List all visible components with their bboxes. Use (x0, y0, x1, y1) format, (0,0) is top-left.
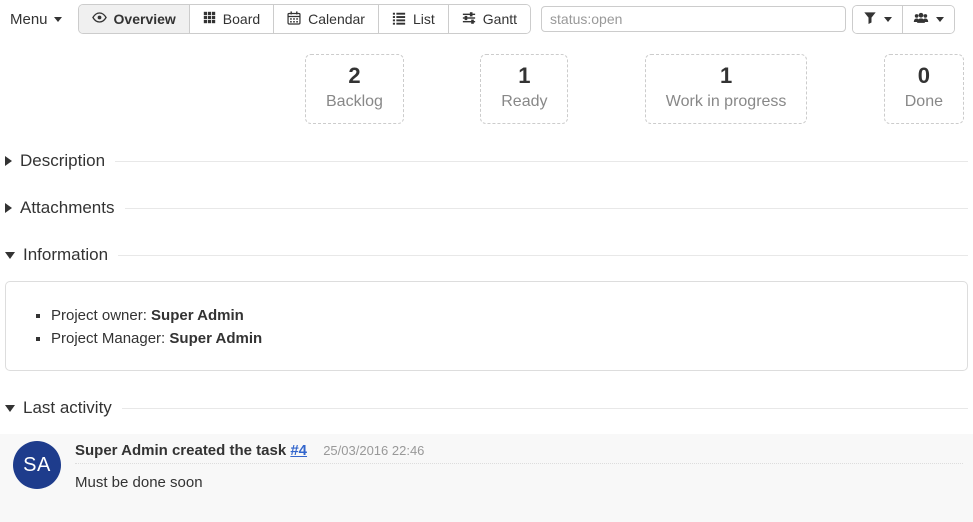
tab-gantt[interactable]: Gantt (448, 5, 530, 33)
eye-icon (92, 10, 107, 28)
triangle-right-icon (5, 203, 12, 213)
work-in-progress-label: Work in progress (666, 90, 787, 114)
chevron-down-icon (54, 17, 62, 22)
description-title: Description (20, 151, 105, 171)
divider (115, 161, 968, 162)
list-item: Project owner: Super Admin (51, 304, 952, 327)
summary-box-done: 0 Done (884, 54, 964, 124)
tab-overview[interactable]: Overview (79, 5, 189, 33)
triangle-right-icon (5, 156, 12, 166)
project-owner-value: Super Admin (151, 307, 244, 324)
menu-dropdown[interactable]: Menu (8, 7, 64, 32)
ready-count: 1 (501, 62, 547, 90)
filter-dropdown-button[interactable] (853, 6, 902, 33)
calendar-icon (287, 11, 301, 28)
activity-title: Super Admin created the task (75, 442, 286, 459)
menu-label: Menu (10, 11, 48, 28)
information-list: Project owner: Super Admin Project Manag… (21, 304, 952, 350)
tab-board[interactable]: Board (189, 5, 273, 33)
board-grid-icon (203, 11, 216, 27)
done-label: Done (905, 90, 943, 114)
last-activity-title: Last activity (23, 398, 112, 418)
view-switcher: Overview Board Calendar List (78, 4, 532, 34)
tab-list-label: List (413, 11, 435, 27)
section-information[interactable]: Information (5, 245, 968, 265)
search-input[interactable] (541, 6, 846, 32)
filter-button-group (852, 5, 955, 34)
activity-event: SA Super Admin created the task #4 25/03… (0, 434, 973, 522)
tab-gantt-label: Gantt (483, 11, 517, 27)
avatar: SA (13, 441, 61, 489)
done-count: 0 (905, 62, 943, 90)
divider (118, 255, 968, 256)
project-manager-value: Super Admin (169, 330, 262, 347)
divider (122, 408, 968, 409)
ready-label: Ready (501, 90, 547, 114)
users-icon (913, 11, 929, 28)
project-owner-label: Project owner: (51, 307, 147, 324)
list-item: Project Manager: Super Admin (51, 327, 952, 350)
information-title: Information (23, 245, 108, 265)
users-dropdown-button[interactable] (902, 6, 954, 33)
task-link[interactable]: #4 (290, 442, 307, 459)
tab-overview-label: Overview (114, 11, 176, 27)
gantt-sliders-icon (462, 11, 476, 28)
tab-board-label: Board (223, 11, 260, 27)
activity-timestamp: 25/03/2016 22:46 (323, 443, 424, 458)
section-last-activity[interactable]: Last activity (5, 398, 968, 418)
tab-calendar-label: Calendar (308, 11, 365, 27)
tab-list[interactable]: List (378, 5, 448, 33)
attachments-title: Attachments (20, 198, 115, 218)
backlog-count: 2 (326, 62, 383, 90)
summary-box-backlog: 2 Backlog (305, 54, 404, 124)
toolbar: Menu Overview Board Calendar (5, 0, 968, 34)
list-icon (392, 11, 406, 28)
section-description[interactable]: Description (5, 151, 968, 171)
work-in-progress-count: 1 (666, 62, 787, 90)
section-attachments[interactable]: Attachments (5, 198, 968, 218)
triangle-down-icon (5, 405, 15, 412)
information-panel: Project owner: Super Admin Project Manag… (5, 281, 968, 371)
backlog-label: Backlog (326, 90, 383, 114)
summary-box-work-in-progress: 1 Work in progress (645, 54, 808, 124)
project-overview-page: Menu Overview Board Calendar (0, 0, 973, 522)
project-manager-label: Project Manager: (51, 330, 165, 347)
triangle-down-icon (5, 252, 15, 259)
chevron-down-icon (884, 17, 892, 22)
activity-description: Must be done soon (75, 473, 963, 492)
activity-title-row: Super Admin created the task #4 25/03/20… (75, 441, 963, 464)
filter-funnel-icon (863, 11, 877, 28)
activity-content: Super Admin created the task #4 25/03/20… (75, 441, 963, 492)
task-summary-row: 2 Backlog 1 Ready 1 Work in progress 0 D… (305, 54, 964, 124)
summary-box-ready: 1 Ready (480, 54, 568, 124)
tab-calendar[interactable]: Calendar (273, 5, 378, 33)
chevron-down-icon (936, 17, 944, 22)
divider (125, 208, 969, 209)
